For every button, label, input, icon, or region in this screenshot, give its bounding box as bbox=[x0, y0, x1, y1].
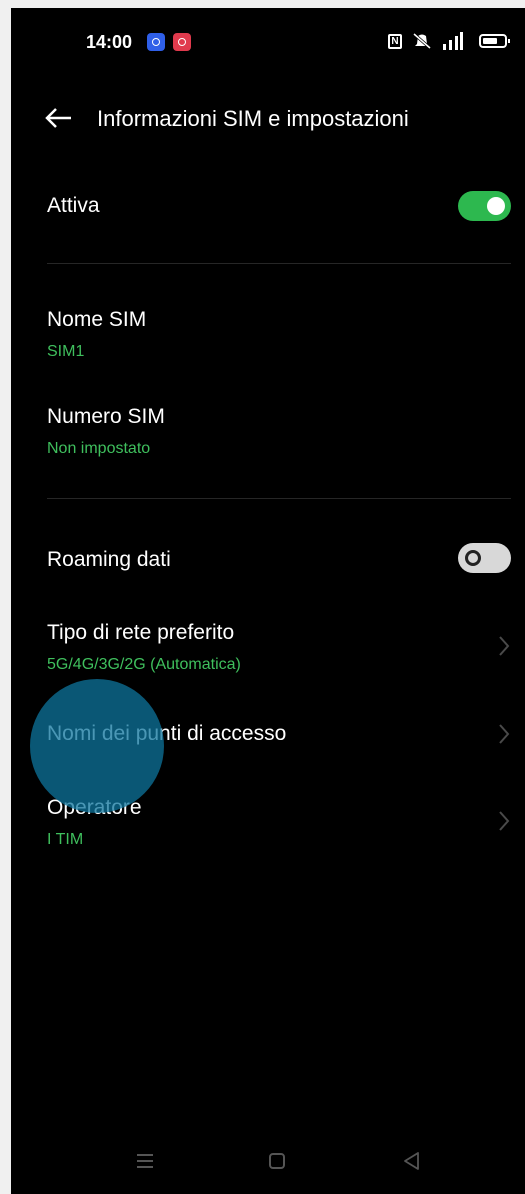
touch-indicator bbox=[30, 679, 164, 813]
status-time: 14:00 bbox=[86, 32, 133, 52]
status-bar: 14:00 N bbox=[11, 28, 525, 58]
network-type-label: Tipo di rete preferito bbox=[47, 621, 235, 644]
network-type-value: 5G/4G/3G/2G (Automatica) bbox=[47, 656, 241, 673]
setting-active-label: Attiva bbox=[47, 194, 100, 217]
mute-icon bbox=[411, 32, 433, 55]
screen-record-app-icon bbox=[173, 33, 191, 51]
navigation-bar bbox=[11, 1150, 525, 1180]
toggle-knob bbox=[465, 550, 481, 566]
chevron-right-icon bbox=[499, 811, 510, 831]
battery-icon bbox=[479, 34, 510, 48]
active-toggle[interactable] bbox=[458, 191, 511, 221]
chevron-right-icon bbox=[499, 724, 510, 744]
sim-number-label: Numero SIM bbox=[47, 405, 165, 428]
sim-name-value: SIM1 bbox=[47, 343, 85, 360]
signal-icon bbox=[439, 32, 463, 50]
nfc-icon: N bbox=[388, 34, 402, 49]
sim-name-label: Nome SIM bbox=[47, 308, 147, 331]
arrow-left-icon[interactable] bbox=[43, 102, 75, 134]
phone-screen: 14:00 N Informazioni SIM e impostazioni … bbox=[11, 8, 525, 1194]
back-icon[interactable] bbox=[401, 1150, 423, 1172]
roaming-toggle[interactable] bbox=[458, 543, 511, 573]
chevron-right-icon bbox=[499, 636, 510, 656]
home-icon[interactable] bbox=[269, 1153, 285, 1169]
page-title: Informazioni SIM e impostazioni bbox=[97, 106, 409, 131]
roaming-label: Roaming dati bbox=[47, 548, 171, 571]
header: Informazioni SIM e impostazioni bbox=[11, 100, 525, 144]
divider bbox=[47, 498, 511, 499]
operator-value: I TIM bbox=[47, 831, 84, 848]
divider bbox=[47, 263, 511, 264]
menu-icon[interactable] bbox=[135, 1150, 157, 1172]
hotspot-app-icon bbox=[147, 33, 165, 51]
sim-number-value: Non impostato bbox=[47, 440, 151, 457]
toggle-knob bbox=[487, 197, 505, 215]
